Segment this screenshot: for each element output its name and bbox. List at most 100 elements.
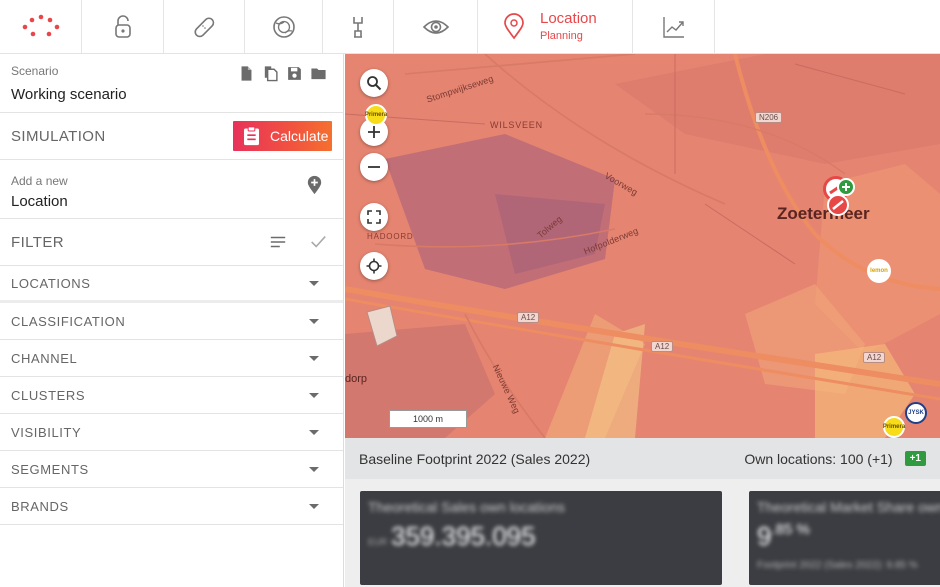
folder-icon[interactable]	[310, 65, 327, 82]
chevron-down-icon	[309, 318, 319, 324]
kpi-card-market-share[interactable]: Theoretical Market Share own 9.85 % Foot…	[749, 491, 940, 585]
add-location-label: Add a new	[11, 174, 68, 188]
search-icon	[367, 76, 382, 91]
kpi-footer: Footprint 2022 (Sales 2022): 9.85 %	[757, 560, 918, 571]
filter-section-visibility[interactable]: VISIBILITY	[0, 414, 343, 451]
kpi-value: 9.85 %	[757, 521, 940, 552]
filter-section-segments[interactable]: SEGMENTS	[0, 451, 343, 488]
nav-globe-button[interactable]	[245, 0, 323, 53]
tools-icon	[353, 16, 363, 38]
fullscreen-button[interactable]	[360, 203, 388, 231]
city-label: Zoetermeer	[777, 204, 870, 223]
save-icon[interactable]	[286, 65, 303, 82]
scenario-actions	[238, 65, 327, 82]
new-count-badge: +1	[904, 451, 926, 466]
filter-section-label: SEGMENTS	[11, 461, 89, 477]
plus-icon	[368, 126, 380, 138]
competitor-pin[interactable]: JYSK	[905, 402, 927, 424]
store-pin-label: lemon	[870, 268, 888, 274]
check-icon[interactable]	[309, 233, 327, 251]
store-pin[interactable]: Primera	[883, 416, 905, 438]
copy-icon[interactable]	[262, 65, 279, 82]
kpi-value: EUR 359.395.095	[368, 521, 714, 552]
kpi-currency: EUR	[368, 537, 388, 547]
kpi-number: 9	[757, 521, 772, 551]
zoom-out-button[interactable]	[360, 153, 388, 181]
kpi-number: 359.395.095	[391, 521, 536, 551]
nav-eye-button[interactable]	[394, 0, 478, 53]
store-pin-label: Primera	[364, 112, 388, 118]
map-pin-icon	[504, 12, 524, 39]
road-shield: N206	[755, 112, 783, 123]
map-canvas	[345, 54, 940, 438]
filter-title: FILTER	[11, 233, 64, 251]
filter-section-label: LOCATIONS	[11, 275, 91, 291]
filter-section-label: CLASSIFICATION	[11, 313, 126, 329]
filter-section-label: BRANDS	[11, 498, 69, 514]
bandage-icon	[194, 16, 215, 37]
own-location-pin[interactable]	[827, 194, 849, 216]
nav-active-subtitle: Planning	[540, 30, 583, 42]
fullscreen-icon	[367, 210, 381, 224]
filter-list-icon[interactable]	[269, 233, 287, 251]
kpi-card-sales[interactable]: Theoretical Sales own locations EUR 359.3…	[360, 491, 722, 585]
kpi-title: Theoretical Market Share own	[757, 499, 940, 515]
nav-analytics-button[interactable]	[633, 0, 715, 53]
chart-line-icon	[662, 16, 684, 38]
competitor-pin-label: JYSK	[908, 410, 924, 416]
minus-icon	[368, 166, 380, 168]
nav-location-planning[interactable]: Location Planning	[478, 0, 633, 53]
nav-active-title: Location	[540, 10, 597, 27]
map-search-button[interactable]	[360, 69, 388, 97]
clipboard-icon	[244, 126, 259, 146]
map-view[interactable]: Stompwijkseweg WILSVEEN Voorweg Tolweg H…	[345, 54, 940, 438]
filter-panel: FILTER	[0, 219, 343, 266]
chevron-down-icon	[309, 355, 319, 361]
map-scale: 1000 m	[389, 410, 467, 428]
eye-icon	[422, 19, 449, 34]
filter-section-clusters[interactable]: CLUSTERS	[0, 377, 343, 414]
filter-section-label: CLUSTERS	[11, 387, 86, 403]
new-file-icon[interactable]	[238, 65, 255, 82]
add-location-value: Location	[11, 193, 68, 210]
filter-section-channel[interactable]: CHANNEL	[0, 340, 343, 377]
globe-icon	[272, 15, 295, 38]
scenario-panel: Scenario Working scenario	[0, 54, 343, 113]
road-shield: A12	[651, 341, 674, 352]
chevron-down-icon	[309, 280, 319, 286]
store-pin[interactable]: lemon	[867, 259, 891, 283]
sidebar: Scenario Working scenario SIMULATION Cal…	[0, 54, 344, 587]
nav-tools-button[interactable]	[323, 0, 394, 53]
filter-section-label: VISIBILITY	[11, 424, 82, 440]
locate-me-button[interactable]	[360, 252, 388, 280]
calculate-label: Calculate	[270, 128, 329, 144]
top-navigation: Location Planning	[0, 0, 940, 54]
district-label: WILSVEEN	[490, 120, 543, 130]
filter-section-classification[interactable]: CLASSIFICATION	[0, 303, 343, 340]
add-location-panel[interactable]: Add a new Location	[0, 160, 343, 219]
road-shield: A12	[863, 352, 886, 363]
nav-bandage-button[interactable]	[164, 0, 245, 53]
kpi-title: Theoretical Sales own locations	[368, 499, 565, 515]
simulation-title: SIMULATION	[11, 127, 106, 145]
city-label-partial: dorp	[345, 373, 368, 385]
road-shield: A12	[517, 312, 540, 323]
footprint-panel: Baseline Footprint 2022 (Sales 2022) Own…	[345, 438, 940, 587]
plus-icon	[842, 183, 850, 191]
filter-section-locations[interactable]: LOCATIONS	[0, 266, 343, 303]
chevron-down-icon	[309, 429, 319, 435]
simulation-panel: SIMULATION Calculate	[0, 113, 343, 160]
chevron-down-icon	[309, 466, 319, 472]
add-pin-icon[interactable]	[306, 175, 323, 195]
app-logo[interactable]	[0, 0, 82, 53]
filter-section-brands[interactable]: BRANDS	[0, 488, 343, 525]
store-icon	[832, 200, 844, 210]
nav-location-text: Location Planning	[540, 10, 597, 43]
store-pin[interactable]: Primera	[365, 104, 387, 126]
nav-lock-button[interactable]	[82, 0, 164, 53]
footprint-header: Baseline Footprint 2022 (Sales 2022) Own…	[345, 438, 940, 479]
chevron-down-icon	[309, 392, 319, 398]
district-label: HADOORD	[367, 232, 414, 241]
scenario-value[interactable]: Working scenario	[11, 86, 332, 103]
calculate-button[interactable]: Calculate	[233, 121, 332, 151]
